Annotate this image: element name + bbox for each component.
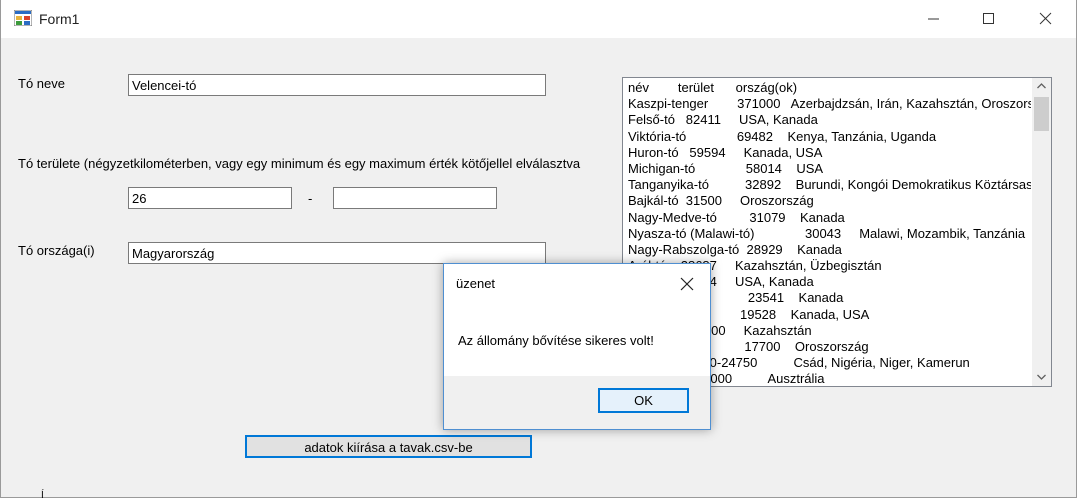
list-item[interactable]: Nyasza-tó (Malawi-tó) 30043 Malawi, Moza… (628, 226, 1031, 242)
area-range-dash: - (308, 191, 313, 206)
maximize-icon (983, 13, 994, 24)
maximize-button[interactable] (966, 0, 1012, 38)
area-min-input[interactable]: 26 (128, 187, 292, 209)
dialog-title: üzenet (456, 276, 496, 291)
list-item[interactable]: Michigan-tó 58014 USA (628, 161, 1031, 177)
close-icon (680, 277, 694, 291)
lake-area-label: Tó területe (négyzetkilométerben, vagy e… (18, 156, 581, 171)
minimize-icon (928, 18, 939, 20)
area-max-input[interactable] (333, 187, 497, 209)
ok-button[interactable]: OK (598, 388, 689, 413)
scroll-up-button[interactable] (1032, 78, 1051, 95)
list-item[interactable]: Tanganyika-tó 32892 Burundi, Kongói Demo… (628, 177, 1031, 193)
scroll-down-button[interactable] (1032, 369, 1051, 386)
minimize-button[interactable] (911, 0, 957, 38)
vertical-scrollbar[interactable] (1032, 78, 1051, 386)
lake-country-label: Tó országa(i) (18, 243, 95, 258)
dialog-footer: OK (444, 376, 710, 429)
list-item[interactable]: Bajkál-tó 31500 Oroszország (628, 193, 1031, 209)
window-title: Form1 (39, 11, 80, 27)
list-item[interactable]: Kaszpi-tenger 371000 Azerbajdzsán, Irán,… (628, 96, 1031, 112)
dialog-message: Az állomány bővítése sikeres volt! (458, 333, 654, 348)
list-item[interactable]: Huron-tó 59594 Kanada, USA (628, 145, 1031, 161)
list-item[interactable]: Nagy-Medve-tó 31079 Kanada (628, 210, 1031, 226)
lake-country-input[interactable]: Magyarország (128, 242, 546, 264)
list-item[interactable]: név terület ország(ok) (628, 80, 1031, 96)
list-item[interactable]: Felső-tó 82411 USA, Kanada (628, 112, 1031, 128)
lake-name-input[interactable]: Velencei-tó (128, 74, 546, 96)
bottom-glyph: Í (41, 490, 44, 501)
close-icon (1039, 12, 1052, 25)
write-csv-button[interactable]: adatok kiírása a tavak.csv-be (245, 435, 532, 458)
scroll-thumb[interactable] (1034, 97, 1049, 131)
title-bar: Form1 (1, 0, 1076, 38)
dialog-close-button[interactable] (672, 272, 702, 296)
message-dialog: üzenet Az állomány bővítése sikeres volt… (443, 263, 711, 430)
lake-name-label: Tó neve (18, 76, 65, 91)
chevron-up-icon (1037, 83, 1046, 89)
app-icon (14, 10, 32, 26)
list-item[interactable]: Nagy-Rabszolga-tó 28929 Kanada (628, 242, 1031, 258)
list-item[interactable]: Viktória-tó 69482 Kenya, Tanzánia, Ugand… (628, 129, 1031, 145)
close-button[interactable] (1023, 0, 1069, 38)
chevron-down-icon (1037, 374, 1046, 380)
